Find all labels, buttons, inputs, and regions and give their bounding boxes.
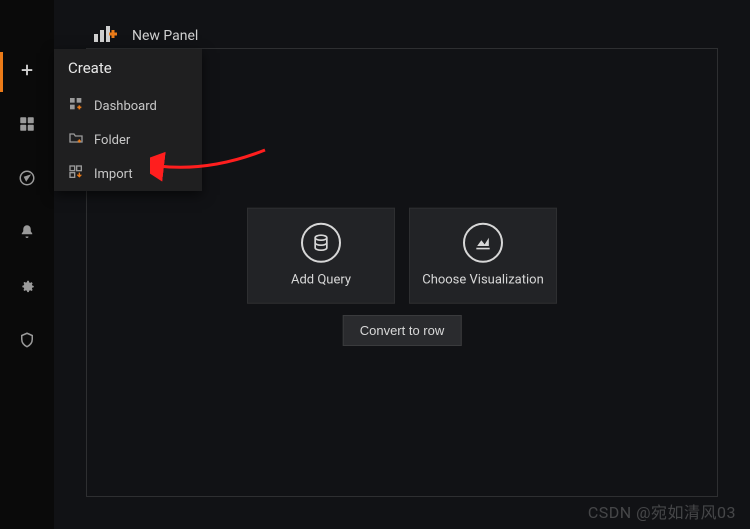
- flyout-item-import[interactable]: Import: [54, 157, 202, 191]
- panel-options: Add Query Choose Visualization: [247, 207, 557, 303]
- gear-icon: [18, 277, 36, 299]
- create-flyout: Create Dashboard Folder Import: [54, 49, 202, 191]
- dashboard-add-icon: [68, 96, 84, 116]
- sidebar-item-configuration[interactable]: [0, 272, 54, 304]
- import-icon: [68, 164, 84, 184]
- sidebar-nav: [0, 0, 54, 529]
- flyout-item-label: Dashboard: [94, 99, 157, 114]
- convert-row: Convert to row: [343, 315, 462, 346]
- choose-visualization-card[interactable]: Choose Visualization: [409, 207, 557, 303]
- add-query-card[interactable]: Add Query: [247, 207, 395, 303]
- sidebar-item-create[interactable]: [0, 56, 54, 88]
- sidebar-item-explore[interactable]: [0, 164, 54, 196]
- flyout-item-label: Folder: [94, 133, 130, 148]
- compass-icon: [18, 169, 36, 191]
- chart-icon: [463, 223, 503, 263]
- shield-icon: [18, 331, 36, 353]
- sidebar-item-dashboards[interactable]: [0, 110, 54, 142]
- sidebar-item-admin[interactable]: [0, 326, 54, 358]
- choose-visualization-label: Choose Visualization: [422, 273, 544, 288]
- flyout-item-folder[interactable]: Folder: [54, 123, 202, 157]
- database-icon: [301, 223, 341, 263]
- panel-title: New Panel: [132, 28, 198, 44]
- create-flyout-header: Create: [54, 49, 202, 89]
- convert-to-row-button[interactable]: Convert to row: [343, 315, 462, 346]
- flyout-item-label: Import: [94, 167, 133, 182]
- watermark: CSDN @宛如清风03: [588, 499, 736, 523]
- panel-header[interactable]: New Panel: [94, 26, 198, 46]
- add-query-label: Add Query: [291, 273, 351, 288]
- plus-icon: [18, 61, 36, 83]
- sidebar-item-alerting[interactable]: [0, 218, 54, 250]
- folder-add-icon: [68, 130, 84, 150]
- grid-icon: [18, 115, 36, 137]
- bell-icon: [18, 223, 36, 245]
- panel-bars-icon: [94, 26, 120, 46]
- flyout-item-dashboard[interactable]: Dashboard: [54, 89, 202, 123]
